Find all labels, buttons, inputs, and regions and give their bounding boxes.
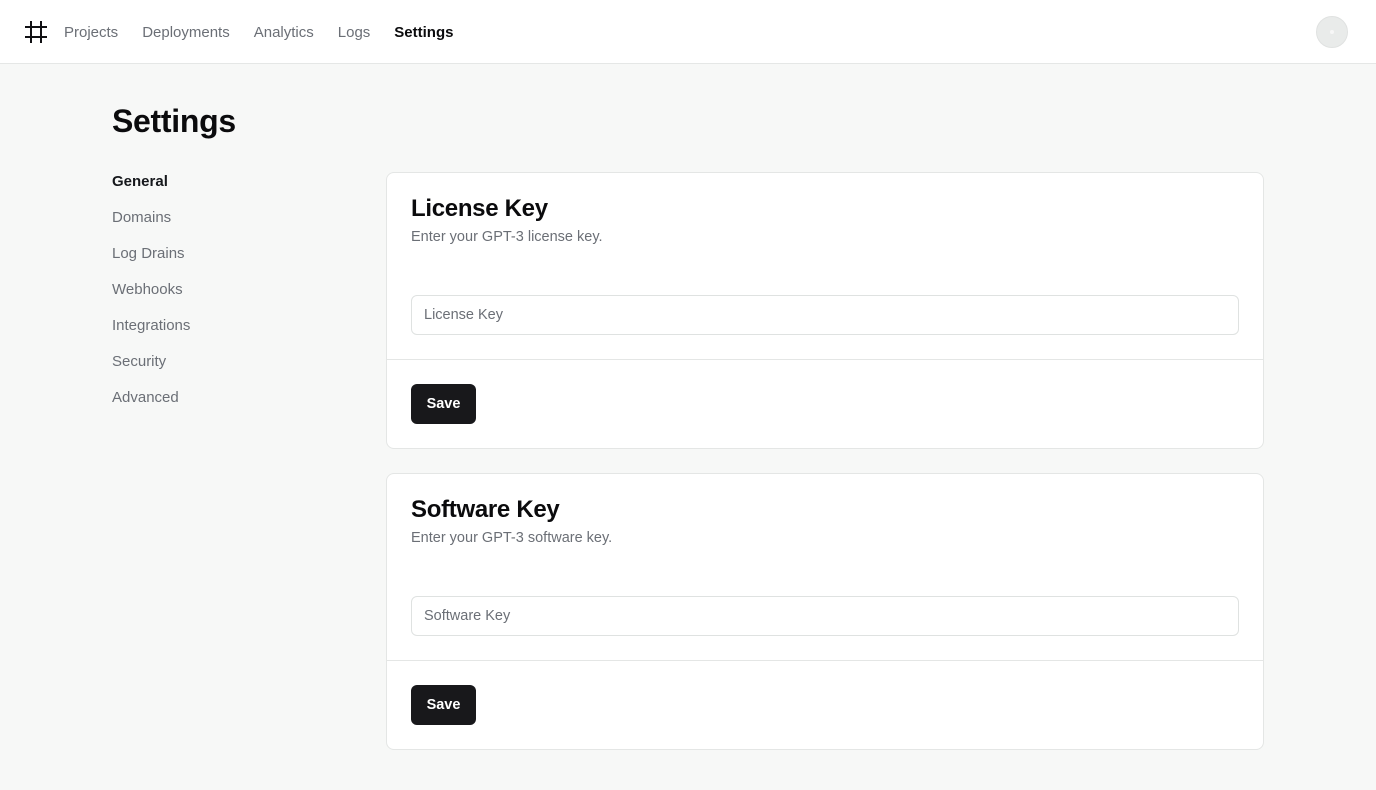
save-software-key-button[interactable]: Save: [411, 685, 476, 725]
card-description: Enter your GPT-3 software key.: [411, 530, 613, 546]
nav-analytics[interactable]: Analytics: [254, 24, 314, 41]
license-key-card: License Key Enter your GPT-3 license key…: [386, 172, 1264, 449]
sidebar-item-security[interactable]: Security: [112, 352, 312, 388]
sidebar-item-general[interactable]: General: [112, 172, 312, 208]
card-title: Software Key: [411, 496, 560, 523]
sidebar-item-integrations[interactable]: Integrations: [112, 316, 312, 352]
sidebar-item-webhooks[interactable]: Webhooks: [112, 280, 312, 316]
main-nav: Projects Deployments Analytics Logs Sett…: [64, 0, 453, 64]
sidebar-item-domains[interactable]: Domains: [112, 208, 312, 244]
software-key-input[interactable]: [411, 596, 1239, 636]
software-key-card: Software Key Enter your GPT-3 software k…: [386, 473, 1264, 750]
nav-logs[interactable]: Logs: [338, 24, 371, 41]
save-license-key-button[interactable]: Save: [411, 384, 476, 424]
page-title: Settings: [112, 103, 236, 139]
license-key-input[interactable]: [411, 295, 1239, 335]
nav-deployments[interactable]: Deployments: [142, 24, 230, 41]
sidebar-item-advanced[interactable]: Advanced: [112, 388, 312, 424]
nav-projects[interactable]: Projects: [64, 24, 118, 41]
nav-settings[interactable]: Settings: [394, 24, 453, 41]
card-divider: [387, 660, 1263, 661]
card-divider: [387, 359, 1263, 360]
hash-grid-icon[interactable]: [24, 20, 48, 44]
card-description: Enter your GPT-3 license key.: [411, 229, 603, 245]
sidebar-item-log-drains[interactable]: Log Drains: [112, 244, 312, 280]
top-navigation-bar: Projects Deployments Analytics Logs Sett…: [0, 0, 1376, 64]
settings-sidebar: General Domains Log Drains Webhooks Inte…: [112, 172, 312, 424]
card-title: License Key: [411, 195, 548, 222]
user-avatar-icon[interactable]: [1316, 16, 1348, 48]
